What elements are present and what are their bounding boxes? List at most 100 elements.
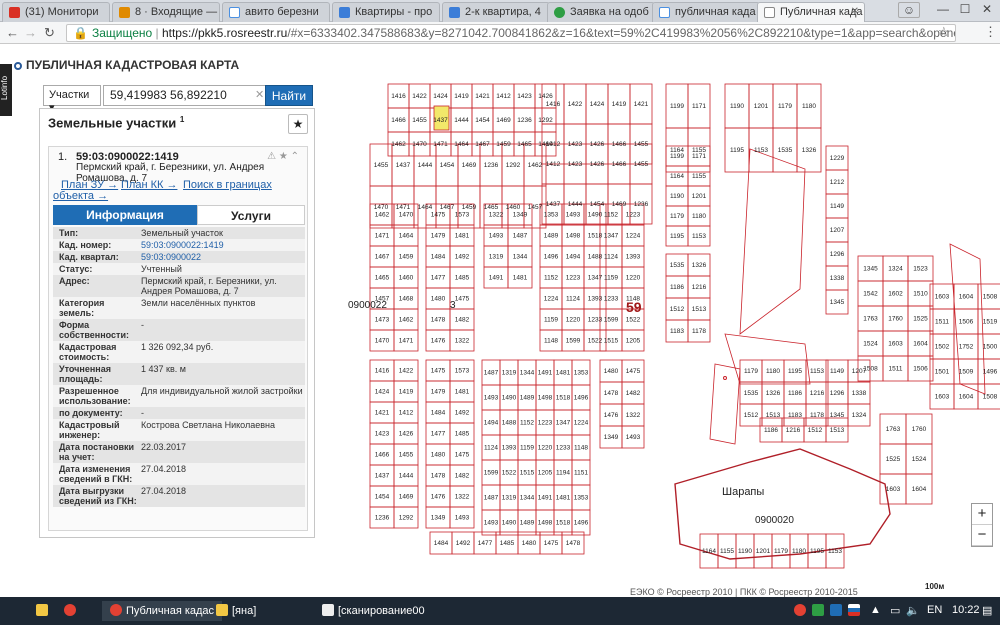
parcel-number: 1493 [455,515,470,522]
attribute-value: 27.04.2018 [141,464,187,474]
map-scale: 100м [925,582,945,591]
reload-icon[interactable]: ↻ [44,25,55,41]
clear-icon[interactable]: ✕ [255,88,264,101]
parcel-number: 1482 [455,317,470,324]
close-window-icon[interactable]: ✕ [976,2,998,18]
parcel-number: 1212 [830,179,845,186]
browser-tab[interactable]: публичная када [652,2,760,22]
parcel-number: 1159 [604,275,618,282]
taskbar-item-browser[interactable]: Публичная кадас [102,601,223,621]
tray-antivirus-icon[interactable] [812,601,828,621]
favorite-star-button[interactable]: ★ [288,114,308,134]
clock[interactable]: 10:22 [952,601,980,621]
parcel-number: 1469 [496,117,511,124]
parcel-number: 1515 [520,470,535,477]
keyboard-layout-icon[interactable] [848,601,864,621]
tab-information[interactable]: Информация [53,205,197,225]
parcel-number: 1292 [506,162,521,169]
browser-tab[interactable]: Квартиры - про [332,2,440,22]
attribute-value[interactable]: 59:03:0900022:1419 [137,240,305,250]
card-actions-icons[interactable]: ⚠ ★ ⌃ [267,151,299,162]
file-manager-icon[interactable] [36,601,52,621]
parcel-number: 1518 [556,395,571,402]
attribute-key: Категория земель: [59,298,105,318]
bookmark-star-icon[interactable]: ☆ [938,24,950,40]
browser-tab-active[interactable]: Публичная када ✕ [757,2,865,22]
browser-tab[interactable]: авито березни [222,2,330,22]
parcel-number: 1478 [431,473,446,480]
back-icon[interactable]: ← [6,25,19,40]
attribute-value: 27.04.2018 [141,486,187,496]
user-icon[interactable]: ☺ [898,2,920,18]
notifications-icon[interactable]: ▤ [982,601,992,621]
browser-tab[interactable]: 8 · Входящие — [112,2,220,22]
attribute-key: Тип: [59,228,79,238]
parcel-number: 1223 [538,420,553,427]
map-canvas[interactable]: 0900022 3 59 0900020 Шарапы 1416 1422 1424… [330,44,1000,597]
browser-tab[interactable]: 2-к квартира, 4 [442,2,550,22]
find-button[interactable]: Найти [265,85,313,106]
attribute-value[interactable]: 59:03:0900022 [137,252,305,262]
parcel-number: 1393 [502,445,517,452]
taskbar-item-scan[interactable]: [сканирование00 [316,601,431,621]
browser-tab[interactable]: (31) Монитори [2,2,110,22]
search-type-select[interactable]: Участки ▾ [43,85,101,114]
parcel-number: 1444 [568,201,583,208]
zoom-in-button[interactable]: + [972,504,992,525]
parcel-number: 1124 [604,254,618,261]
parcel-number: 1542 [863,291,878,298]
parcel-number: 1153 [754,147,768,154]
browser-tab[interactable]: Заявка на одоб [547,2,655,22]
lotinfo-logo[interactable]: Lotinfo [0,64,12,116]
minimize-icon[interactable]: — [932,2,954,18]
network-icon[interactable]: ▲ [870,601,881,621]
parcel-number: 1236 [484,162,499,169]
taskbar-item-folder[interactable]: [яна] [210,601,262,621]
cadastral-map[interactable]: 0900022 3 59 0900020 Шарапы 1416 1422 1424… [330,44,1000,597]
parcel-number: 1201 [754,103,769,110]
attributes-table: Тип: Земельный участок Кад. номер: 59:03:09… [53,227,305,507]
parcel-number: 1525 [886,456,901,463]
parcel-number: 1490 [502,395,517,402]
parcel-number: 1599 [604,317,619,324]
parcel-number: 1509 [959,369,974,376]
parcel-number: 1178 [692,328,706,335]
parcel-number: 1471 [433,141,448,148]
parcel-number: 1498 [538,395,553,402]
parcel-number: 1233 [588,317,603,324]
parcel-number: 1233 [604,296,619,303]
language-indicator[interactable]: EN [927,601,942,621]
parcel-number: 1178 [810,412,824,419]
url-input[interactable]: 🔒 Защищено | https://pkk5.rosreestr.ru/#x… [66,24,956,42]
parcel-number: 1603 [886,486,901,493]
lock-icon: 🔒 [73,26,88,40]
tab-services[interactable]: Услуги [197,205,305,225]
parcel-number: 1353 [544,212,559,219]
site-icon [339,7,350,18]
zoom-out-button[interactable]: − [972,525,992,546]
parcel-number: 1180 [766,368,780,375]
parcel-number: 1349 [431,515,446,522]
forward-icon[interactable]: → [24,25,37,40]
parcel-number: 1460 [399,275,414,282]
parcel-number: 1482 [455,473,470,480]
site-icon [449,7,460,18]
parcel-number: 1485 [500,540,515,547]
close-tab-icon[interactable]: ✕ [851,6,859,17]
search-in-bounds-link[interactable]: Поиск в границах [183,179,272,191]
volume-icon[interactable]: 🔈 [906,601,920,621]
tray-chrome-icon[interactable] [794,601,810,621]
parcel-number: 1763 [863,316,878,323]
parcel-number: 1201 [692,193,707,200]
battery-icon[interactable]: ▭ [890,601,900,621]
menu-icon[interactable]: ⋮ [984,24,997,40]
chrome-icon[interactable] [64,601,80,621]
parcel-number: 1512 [808,427,823,434]
parcel-number: 1470 [375,338,390,345]
maximize-icon[interactable]: ☐ [954,2,976,18]
tray-bluetooth-icon[interactable] [830,601,846,621]
parcel-number: 1236 [375,515,390,522]
parcel-number: 1464 [454,141,469,148]
search-in-bounds-link-cont[interactable]: объекта → [53,190,108,202]
plan-kk-link[interactable]: План КК → [121,179,177,191]
